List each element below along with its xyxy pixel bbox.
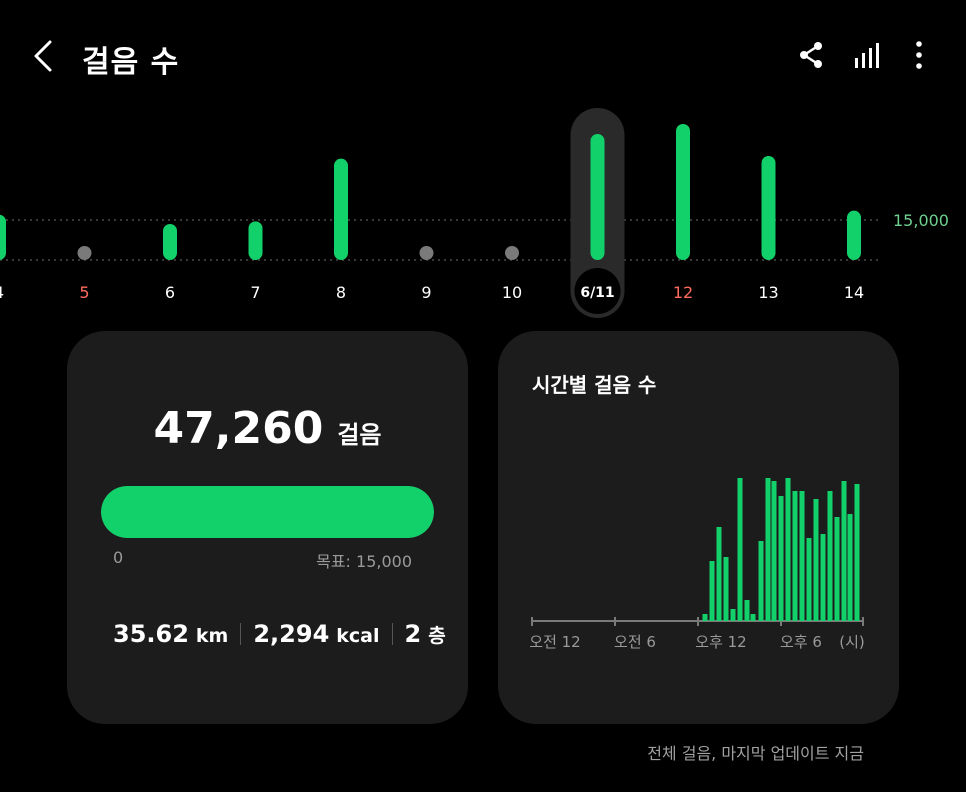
day-bar[interactable] xyxy=(163,224,177,260)
goal-progress-bar xyxy=(101,486,434,538)
hour-bar xyxy=(716,527,722,621)
hourly-axis-label: (시) xyxy=(839,633,865,651)
hour-bar xyxy=(841,481,847,621)
day-empty-dot[interactable] xyxy=(419,246,434,260)
steps-unit: 걸음 xyxy=(337,421,382,449)
hourly-steps-card[interactable]: 시간별 걸음 수 오전 12 오전 6 오후 12 오후 6 (시) xyxy=(498,331,899,724)
floors-unit: 층 xyxy=(428,625,446,647)
metric-divider xyxy=(240,623,242,645)
metric-divider xyxy=(391,623,393,645)
hour-bar xyxy=(758,541,764,621)
day-label[interactable]: 14 xyxy=(844,283,864,302)
hour-bar xyxy=(854,484,860,621)
day-bar[interactable] xyxy=(590,133,605,260)
hour-bar xyxy=(771,481,777,621)
day-label[interactable]: 8 xyxy=(336,283,346,302)
hour-bar xyxy=(702,614,708,621)
steps-summary-card[interactable]: 47,260 걸음 0 목표: 15,000 35.62 km 2,294 kcal … xyxy=(67,331,468,724)
hourly-axis-label: 오후 12 xyxy=(695,633,746,651)
hour-bar xyxy=(730,609,736,621)
hour-bar xyxy=(806,538,812,621)
day-label[interactable]: 12 xyxy=(673,283,693,302)
distance-value: 35.62 xyxy=(113,620,189,648)
hourly-axis-label: 오전 6 xyxy=(614,633,656,651)
hour-bar xyxy=(792,491,798,621)
hour-bar xyxy=(723,557,729,621)
day-label[interactable]: 4 xyxy=(0,283,4,302)
day-empty-dot[interactable] xyxy=(77,246,92,260)
hour-bar xyxy=(820,534,826,621)
signal-bars-icon xyxy=(855,43,879,68)
statistics-button[interactable] xyxy=(852,40,882,70)
calories-unit: kcal xyxy=(336,625,380,647)
metrics-row: 35.62 km 2,294 kcal 2층 xyxy=(113,620,446,648)
page-title: 걸음 수 xyxy=(82,45,180,80)
hour-bar xyxy=(827,491,833,621)
day-bar[interactable] xyxy=(0,214,6,260)
hour-bar xyxy=(744,600,750,621)
hour-bar xyxy=(750,614,756,621)
hour-bar xyxy=(737,478,743,621)
calories-value: 2,294 xyxy=(253,620,330,648)
more-vertical-icon xyxy=(916,41,922,69)
hour-bar xyxy=(799,491,805,621)
app-bar: 걸음 수 xyxy=(0,0,966,110)
hour-bar xyxy=(813,499,819,621)
day-bar[interactable] xyxy=(761,156,776,260)
day-label[interactable]: 5 xyxy=(79,283,89,302)
day-bar[interactable] xyxy=(334,158,348,260)
share-icon xyxy=(800,42,822,68)
last-updated-text: 전체 걸음, 마지막 업데이트 지금 xyxy=(647,744,864,763)
hour-bar xyxy=(765,478,771,621)
goal-label: 목표: 15,000 xyxy=(316,552,412,571)
steps-count: 47,260 xyxy=(153,403,324,454)
hour-bar xyxy=(834,517,840,621)
day-empty-dot[interactable] xyxy=(505,246,519,260)
daily-steps-svg[interactable]: 15,000 4 5 6 7 8 9 10 6/11 12 13 14 xyxy=(0,100,966,325)
hourly-axis-label: 오후 6 xyxy=(780,633,822,651)
progress-start-label: 0 xyxy=(113,548,124,567)
steps-total-row: 47,260 걸음 xyxy=(67,403,468,454)
distance-unit: km xyxy=(195,625,229,647)
goal-line-label: 15,000 xyxy=(893,211,949,230)
daily-steps-chart[interactable]: 15,000 4 5 6 7 8 9 10 6/11 12 13 14 xyxy=(0,100,966,325)
day-label[interactable]: 7 xyxy=(250,283,260,302)
day-label[interactable]: 9 xyxy=(421,283,431,302)
day-label[interactable]: 10 xyxy=(502,283,522,302)
back-arrow-icon xyxy=(34,40,52,72)
hourly-steps-chart: 오전 12 오전 6 오후 12 오후 6 (시) xyxy=(529,478,865,651)
hour-bar xyxy=(778,496,784,621)
share-button[interactable] xyxy=(796,40,826,70)
day-bar[interactable] xyxy=(847,210,861,260)
day-label[interactable]: 13 xyxy=(758,283,778,302)
hourly-axis-label: 오전 12 xyxy=(529,633,580,651)
day-label[interactable]: 6 xyxy=(165,283,175,302)
day-bar[interactable] xyxy=(248,221,263,260)
floors-value: 2 xyxy=(404,620,422,648)
hour-bar xyxy=(847,514,853,621)
more-options-button[interactable] xyxy=(906,40,936,70)
day-label[interactable]: 6/11 xyxy=(580,285,614,301)
back-button[interactable] xyxy=(28,36,64,76)
hour-bar xyxy=(785,478,791,621)
goal-progress-fill xyxy=(101,486,434,538)
hour-bar xyxy=(709,561,715,621)
day-bar[interactable] xyxy=(676,124,690,260)
